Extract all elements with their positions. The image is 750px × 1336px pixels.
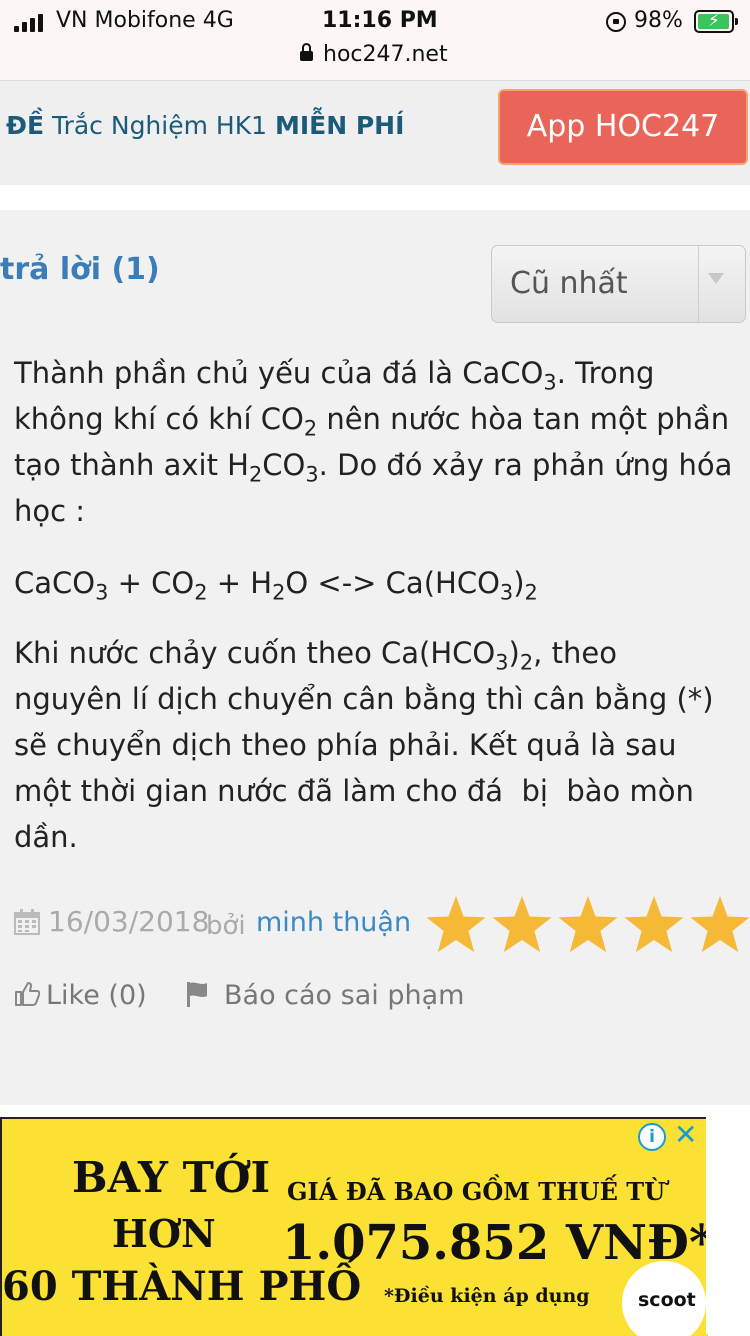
star-icon[interactable] <box>492 896 552 953</box>
promo-bar: ĐỀ Trắc Nghiệm HK1 MIỄN PHÍ App HOC247 <box>0 80 750 185</box>
chevron-down-icon <box>708 273 724 284</box>
ad-price: 1.075.852 VNĐ* <box>282 1215 708 1271</box>
answers-card: trả lời (1) Cũ nhất Thành phần chủ yếu c… <box>0 210 750 1105</box>
author-link[interactable]: minh thuận <box>256 907 411 938</box>
answer-paragraph: Thành phần chủ yếu của đá là CaCO3. Tron… <box>14 356 733 528</box>
ad-brand: scoot <box>638 1289 696 1311</box>
ad-condition: *Điều kiện áp dụng <box>384 1285 590 1307</box>
star-icon[interactable] <box>558 896 618 953</box>
promo-link[interactable]: ĐỀ Trắc Nghiệm HK1 MIỄN PHÍ <box>6 111 404 140</box>
status-bar: VN Mobifone 4G 11:16 PM 98% ⚡ hoc247.net <box>0 0 750 80</box>
sort-selected-label: Cũ nhất <box>510 266 628 301</box>
orientation-lock-icon <box>606 12 626 32</box>
promo-bold-left: ĐỀ <box>6 111 45 140</box>
promo-text: Trắc Nghiệm HK1 <box>44 111 275 140</box>
report-label: Báo cáo sai phạm <box>224 980 465 1011</box>
answer-equation: CaCO3 + CO2 + H2O <-> Ca(HCO3)2 <box>14 566 538 605</box>
ad-headline-1: BAY TỚI <box>72 1153 271 1202</box>
star-icon[interactable] <box>690 896 750 953</box>
page-gutter <box>706 1105 750 1334</box>
flag-icon <box>187 982 207 1007</box>
address-bar[interactable]: hoc247.net <box>300 42 448 67</box>
answers-heading: trả lời (1) <box>0 252 160 287</box>
ad-info-icon[interactable]: i <box>638 1123 666 1151</box>
star-icon[interactable] <box>426 896 486 953</box>
answer-date: 16/03/2018 <box>48 905 210 938</box>
carrier-label: VN Mobifone 4G <box>56 8 234 33</box>
report-button[interactable]: Báo cáo sai phạm <box>186 980 464 1011</box>
promo-bold-right: MIỄN PHÍ <box>274 111 405 140</box>
scoot-logo: scoot <box>622 1261 706 1336</box>
ad-subtitle: GIÁ ĐÃ BAO GỒM THUẾ TỪ <box>287 1177 666 1206</box>
like-label: Like (0) <box>46 980 147 1011</box>
answer-actions: Like (0) Báo cáo sai phạm <box>14 980 734 1020</box>
star-icon[interactable] <box>624 896 684 953</box>
app-download-button[interactable]: App HOC247 <box>498 89 748 165</box>
battery-percent: 98% <box>634 8 683 33</box>
rating-stars[interactable] <box>424 895 750 955</box>
advertisement-banner[interactable]: BAY TỚI HƠN 60 THÀNH PHỐ GIÁ ĐÃ BAO GỒM … <box>0 1117 708 1336</box>
clock: 11:16 PM <box>322 8 438 33</box>
thumbs-up-icon <box>15 982 41 1006</box>
battery-icon: ⚡ <box>694 10 738 33</box>
signal-icon <box>14 14 48 32</box>
ad-close-icon[interactable]: ✕ <box>674 1121 697 1149</box>
like-button[interactable]: Like (0) <box>14 980 147 1011</box>
ad-headline-2: HƠN <box>112 1211 216 1256</box>
by-label: bởi <box>206 911 246 941</box>
sort-select[interactable]: Cũ nhất <box>491 245 746 323</box>
calendar-icon <box>14 909 40 935</box>
lock-icon <box>300 43 313 61</box>
url-text: hoc247.net <box>323 42 448 67</box>
answer-paragraph: Khi nước chảy cuốn theo Ca(HCO3)2, theo … <box>14 636 723 854</box>
